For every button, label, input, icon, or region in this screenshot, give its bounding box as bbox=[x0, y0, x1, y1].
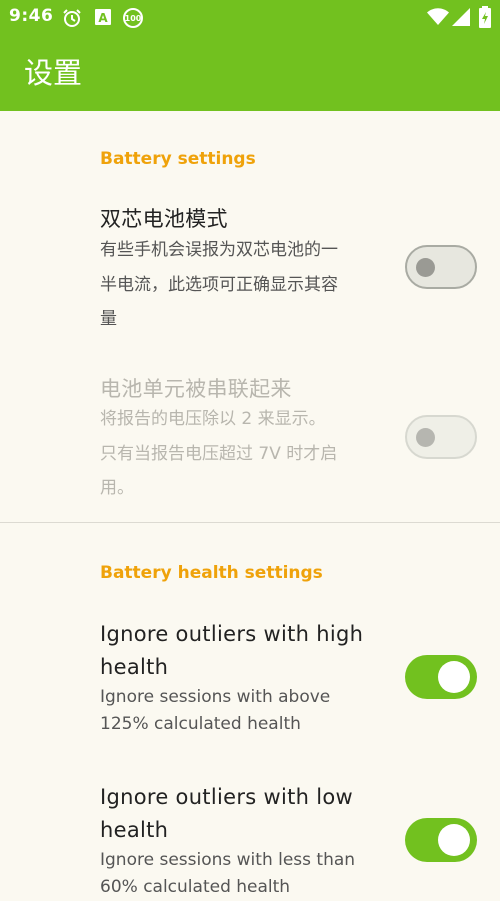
setting-title: 双芯电池模式 bbox=[100, 207, 228, 231]
signal-icon bbox=[452, 8, 470, 30]
switch-knob bbox=[416, 258, 435, 277]
app-bar: 9:46 A 100 设置 bbox=[0, 0, 500, 111]
font-a-icon: A bbox=[94, 8, 112, 30]
setting-subtitle-line: 有些手机会误报为双芯电池的一 bbox=[100, 240, 338, 260]
setting-subtitle-line: 量 bbox=[100, 309, 117, 329]
svg-text:100: 100 bbox=[125, 14, 142, 23]
section-header-battery-health-settings: Battery health settings bbox=[100, 563, 323, 583]
status-bar: 9:46 A 100 bbox=[0, 0, 500, 34]
ignore-high-health-switch[interactable] bbox=[405, 655, 477, 699]
battery-charging-icon bbox=[479, 6, 491, 32]
setting-subtitle-line: 60% calculated health bbox=[100, 877, 291, 897]
setting-subtitle-line: 125% calculated health bbox=[100, 714, 301, 734]
dual-cell-mode-switch[interactable] bbox=[405, 245, 477, 289]
setting-subtitle-line: 用。 bbox=[100, 478, 134, 498]
setting-title-line: health bbox=[100, 655, 169, 679]
switch-knob bbox=[438, 824, 470, 856]
page-title: 设置 bbox=[24, 56, 83, 90]
section-divider bbox=[0, 522, 500, 523]
status-time: 9:46 bbox=[9, 6, 54, 26]
wifi-icon bbox=[427, 8, 449, 30]
setting-subtitle-line: 半电流，此选项可正确显示其容 bbox=[100, 275, 338, 295]
setting-title-line: Ignore outliers with high bbox=[100, 622, 364, 646]
switch-knob bbox=[416, 428, 435, 447]
setting-subtitle-line: Ignore sessions with above bbox=[100, 687, 331, 707]
setting-title: 电池单元被串联起来 bbox=[100, 377, 292, 401]
battery-100-badge-icon: 100 bbox=[122, 8, 144, 32]
cells-in-series-switch bbox=[405, 415, 477, 459]
ignore-low-health-switch[interactable] bbox=[405, 818, 477, 862]
section-header-battery-settings: Battery settings bbox=[100, 149, 256, 169]
switch-knob bbox=[438, 661, 470, 693]
alarm-clock-icon bbox=[62, 8, 82, 32]
setting-subtitle-line: 只有当报告电压超过 7V 时才启 bbox=[100, 444, 338, 464]
setting-title-line: Ignore outliers with low bbox=[100, 785, 353, 809]
setting-title-line: health bbox=[100, 818, 169, 842]
svg-text:A: A bbox=[98, 11, 108, 25]
setting-subtitle-line: Ignore sessions with less than bbox=[100, 850, 356, 870]
setting-subtitle-line: 将报告的电压除以 2 来显示。 bbox=[100, 409, 326, 429]
